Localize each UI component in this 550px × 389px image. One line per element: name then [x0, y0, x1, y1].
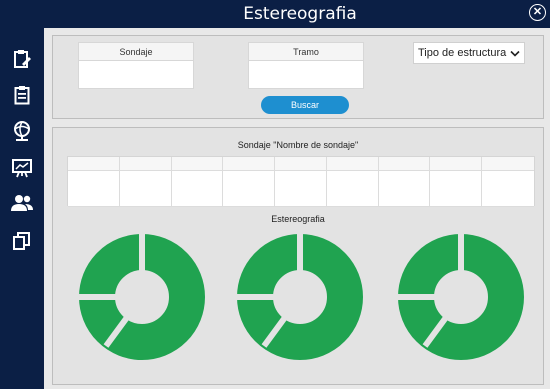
- clipboard-edit-icon[interactable]: [10, 47, 34, 71]
- search-button[interactable]: Buscar: [261, 96, 349, 114]
- table-header-cell: [68, 157, 120, 171]
- table-cell: [430, 171, 483, 207]
- table-header-cell: [430, 157, 483, 171]
- stereographic-section-label: Estereografia: [271, 214, 325, 224]
- title-bar: Estereografia ✕: [0, 0, 550, 28]
- chevron-down-icon: [510, 43, 520, 65]
- globe-icon[interactable]: [10, 119, 34, 143]
- tramo-field: Tramo: [248, 42, 364, 89]
- table-header-cell: [119, 157, 172, 171]
- table-header-cell: [275, 157, 327, 171]
- estructura-select-value: Tipo de estructura: [418, 47, 507, 59]
- sondaje-field: Sondaje: [78, 42, 194, 89]
- clipboard-list-icon[interactable]: [10, 83, 34, 107]
- stereographic-chart: [79, 234, 205, 360]
- sidebar: [0, 0, 44, 389]
- estructura-select[interactable]: Tipo de estructura: [413, 42, 525, 64]
- results-table: [67, 156, 535, 207]
- results-title: Sondaje "Nombre de sondaje": [237, 140, 359, 150]
- table-cell: [119, 171, 172, 207]
- table-header-cell: [223, 157, 276, 171]
- stereographic-chart: [398, 234, 524, 360]
- table-header-cell: [482, 157, 534, 171]
- copy-icon[interactable]: [10, 229, 34, 253]
- table-cell: [223, 171, 276, 207]
- table-header-cell: [171, 157, 224, 171]
- table-cell: [275, 171, 327, 207]
- table-header-cell: [326, 157, 379, 171]
- filter-panel: Sondaje Tramo Tipo de estructura Buscar: [52, 35, 544, 119]
- table-cell: [68, 171, 120, 207]
- table-header-cell: [378, 157, 431, 171]
- table-cell: [326, 171, 379, 207]
- tramo-label: Tramo: [248, 42, 364, 60]
- close-icon[interactable]: ✕: [529, 4, 546, 21]
- presentation-icon[interactable]: [10, 156, 34, 180]
- stereographic-chart: [237, 234, 363, 360]
- tramo-input[interactable]: [248, 60, 364, 89]
- window-title: Estereografia: [243, 4, 357, 24]
- sondaje-input[interactable]: [78, 60, 194, 89]
- sondaje-label: Sondaje: [78, 42, 194, 60]
- table-cell: [378, 171, 431, 207]
- table-cell: [482, 171, 534, 207]
- results-panel: Sondaje "Nombre de sondaje" Estereografi…: [52, 127, 544, 385]
- users-icon[interactable]: [10, 191, 34, 215]
- table-cell: [171, 171, 224, 207]
